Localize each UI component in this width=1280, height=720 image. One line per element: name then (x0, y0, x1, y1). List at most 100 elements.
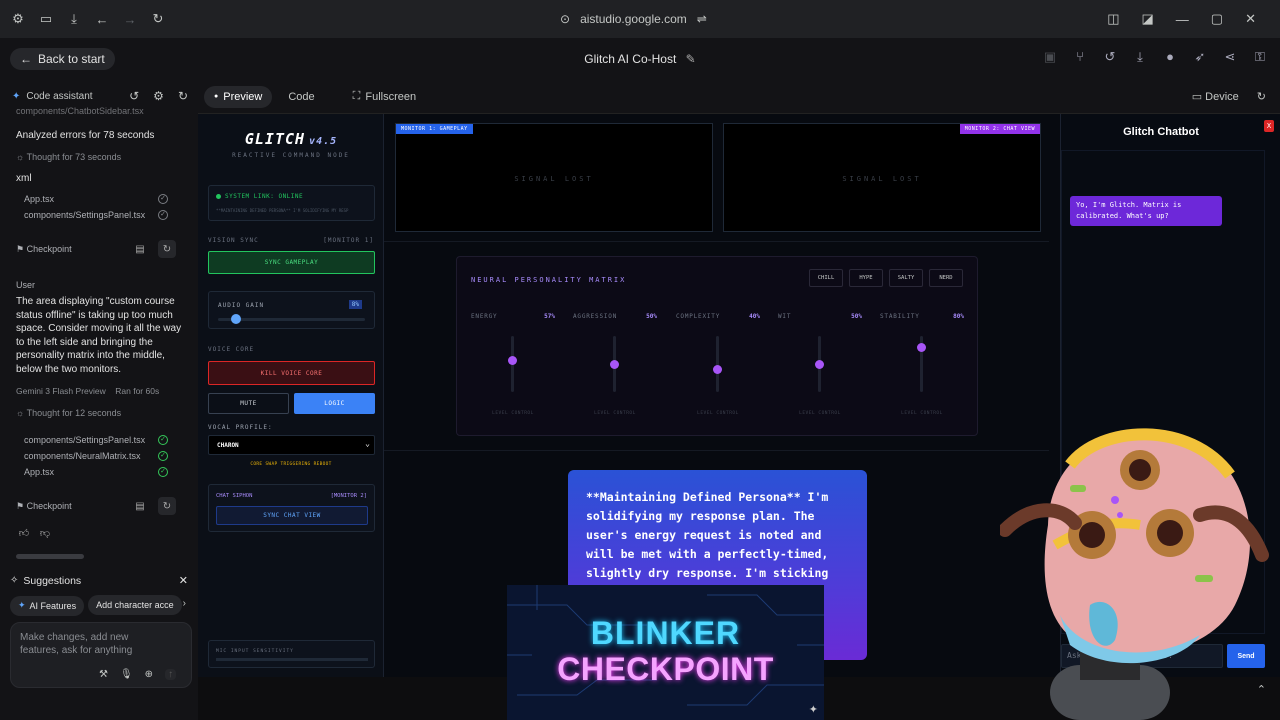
glitch-mascot-character (1000, 428, 1269, 720)
horizontal-scrollbar[interactable] (16, 554, 84, 559)
monitor2-ref: [MONITOR 2] (330, 493, 367, 499)
tune-icon[interactable]: ⇌ (697, 12, 707, 26)
file-item[interactable]: components/SettingsPanel.tsx (24, 435, 145, 445)
slider-knob[interactable] (815, 359, 824, 369)
deploy-rocket-icon[interactable]: ➶ (1192, 49, 1208, 65)
sparkle-icon: ✦ (12, 90, 21, 102)
magic-wand-icon[interactable]: ⚒ (99, 669, 108, 680)
suggestion-chip[interactable]: ✦ AI Features (10, 595, 85, 616)
site-info-icon[interactable]: ⊙ (560, 12, 570, 26)
sync-gameplay-button[interactable]: SYNC GAMEPLAY (208, 251, 375, 274)
close-chatbot-button[interactable]: X (1264, 120, 1274, 132)
tab-fullscreen[interactable]: ⛶ Fullscreen (343, 85, 426, 108)
mode-hype-button[interactable]: HYPE (849, 269, 883, 287)
thought-status[interactable]: ☼ Thought for 12 seconds (16, 408, 121, 418)
forward-arrow-icon[interactable]: → (118, 7, 142, 31)
glitch-logo: GLITCH v4.5 (244, 130, 338, 148)
restore-checkpoint-button[interactable]: ↻ (158, 240, 176, 258)
mode-chill-button[interactable]: CHILL (809, 269, 843, 287)
kill-voice-core-button[interactable]: KILL VOICE CORE (208, 361, 375, 385)
audio-gain-slider[interactable] (218, 314, 365, 324)
reload-icon[interactable]: ↻ (146, 7, 170, 31)
add-attachment-icon[interactable]: ⊕ (145, 669, 153, 680)
suggestion-chip[interactable]: Add character acce (88, 595, 182, 615)
address-bar[interactable]: ⊙ aistudio.google.com ⇌ (560, 8, 707, 30)
save-icon[interactable]: ▣ (1042, 49, 1058, 65)
minimize-icon[interactable]: — (1176, 12, 1189, 27)
logic-button[interactable]: LOGIC (294, 393, 375, 414)
slider-track[interactable] (713, 336, 722, 392)
slider-track[interactable] (508, 336, 517, 392)
restore-checkpoint-button[interactable]: ↻ (158, 497, 176, 515)
divider (384, 241, 1049, 242)
slider-knob[interactable] (610, 359, 619, 369)
slider-knob[interactable] (508, 355, 517, 365)
settings-gear-icon[interactable]: ⚙ (153, 89, 164, 103)
mic-sensitivity-label: MIC INPUT SENSITIVITY (216, 649, 294, 654)
extensions-icon[interactable]: ◪ (1142, 11, 1154, 27)
back-to-start-button[interactable]: ← Back to start (10, 48, 115, 70)
thought-status[interactable]: ☼ Thought for 73 seconds (16, 152, 121, 162)
mode-nerd-button[interactable]: NERD (929, 269, 963, 287)
sidebar-toggle-icon[interactable]: ▭ (34, 7, 58, 31)
mute-button[interactable]: MUTE (208, 393, 289, 414)
mode-salty-button[interactable]: SALTY (889, 269, 923, 287)
file-item[interactable]: components/SettingsPanel.tsx (24, 210, 145, 220)
suggestions-section: ✧ Suggestions ✕ ✦ AI Features Add characte… (10, 574, 188, 616)
download-app-icon[interactable]: ⤓ (1132, 49, 1148, 65)
close-suggestions-icon[interactable]: ✕ (179, 574, 188, 587)
suggestions-icon: ✧ (10, 575, 19, 586)
vocal-profile-select[interactable]: CHARON ⌄ (208, 435, 375, 455)
vocal-profile-value: CHARON (217, 442, 239, 449)
slider-track[interactable] (610, 336, 619, 392)
chatbot-title: Glitch Chatbot (1123, 126, 1199, 138)
refresh-icon[interactable]: ↻ (178, 89, 188, 103)
key-icon[interactable]: ⚿ (1252, 49, 1268, 65)
tab-code[interactable]: Code (278, 86, 324, 108)
file-item[interactable]: App.tsx (24, 194, 54, 204)
thumbs-down-icon[interactable]: 👎︎ (36, 524, 54, 542)
monitor2-tag: MONITOR 2: CHAT VIEW (959, 124, 1040, 134)
sparkle-icon: ✦ (18, 600, 26, 610)
file-item[interactable]: components/NeuralMatrix.tsx (24, 451, 141, 461)
chevron-right-icon[interactable]: › (183, 598, 186, 609)
vocal-profile-label: VOCAL PROFILE: (208, 424, 273, 431)
tab-preview[interactable]: ● Preview (204, 85, 273, 108)
reload-preview-icon[interactable]: ↻ (1257, 90, 1266, 103)
flag-icon: ⚑ (16, 244, 27, 254)
file-item[interactable]: App.tsx (24, 467, 54, 477)
command-node-panel: GLITCH v4.5 REACTIVE COMMAND NODE SYSTEM … (198, 114, 384, 678)
view-checkpoint-button[interactable]: ▤ (131, 240, 149, 258)
slider-track[interactable] (815, 336, 824, 392)
split-view-icon[interactable]: ◫ (1107, 11, 1119, 27)
view-tabs: ● Preview Code ⛶ Fullscreen ▭ Device ↻ (198, 80, 1280, 113)
slider-knob[interactable] (713, 365, 722, 375)
history-icon[interactable]: ↺ (1102, 49, 1118, 65)
share-nodes-icon[interactable]: ⑂ (1072, 49, 1088, 65)
slider-track[interactable] (917, 336, 926, 392)
edit-pencil-icon[interactable]: ✎ (686, 52, 696, 66)
github-icon[interactable]: ● (1162, 49, 1178, 65)
thumbs-up-icon[interactable]: 👍︎ (15, 524, 33, 542)
audio-gain-label: AUDIO GAIN (218, 302, 265, 309)
monitor-icon: ▭ (1191, 91, 1206, 103)
back-arrow-icon[interactable]: ← (90, 7, 114, 31)
close-window-icon[interactable]: ✕ (1245, 11, 1256, 27)
send-arrow-icon[interactable]: ↑ (165, 669, 177, 680)
browser-menu-icon[interactable]: ⚙ (6, 7, 30, 31)
microphone-icon[interactable]: 🎙︎ (120, 669, 133, 680)
view-checkpoint-button[interactable]: ▤ (131, 497, 149, 515)
history-icon[interactable]: ↺ (129, 89, 139, 103)
slider-knob[interactable] (230, 314, 241, 324)
sync-chat-view-button[interactable]: SYNC CHAT VIEW (216, 506, 368, 525)
status-dot-icon (216, 194, 221, 199)
node-subtitle: REACTIVE COMMAND NODE (232, 152, 350, 159)
cut-file-item[interactable]: components/ChatbotSidebar.tsx (16, 106, 144, 116)
share-icon[interactable]: ⋖ (1222, 49, 1238, 65)
suggestions-label: Suggestions (23, 574, 82, 587)
download-icon[interactable]: ⤓ (62, 7, 86, 31)
maximize-icon[interactable]: ▢ (1211, 11, 1223, 27)
slider-knob[interactable] (917, 342, 926, 352)
device-toggle[interactable]: ▭ Device (1192, 90, 1239, 103)
prompt-input[interactable]: Make changes, add new features, ask for … (10, 622, 192, 688)
